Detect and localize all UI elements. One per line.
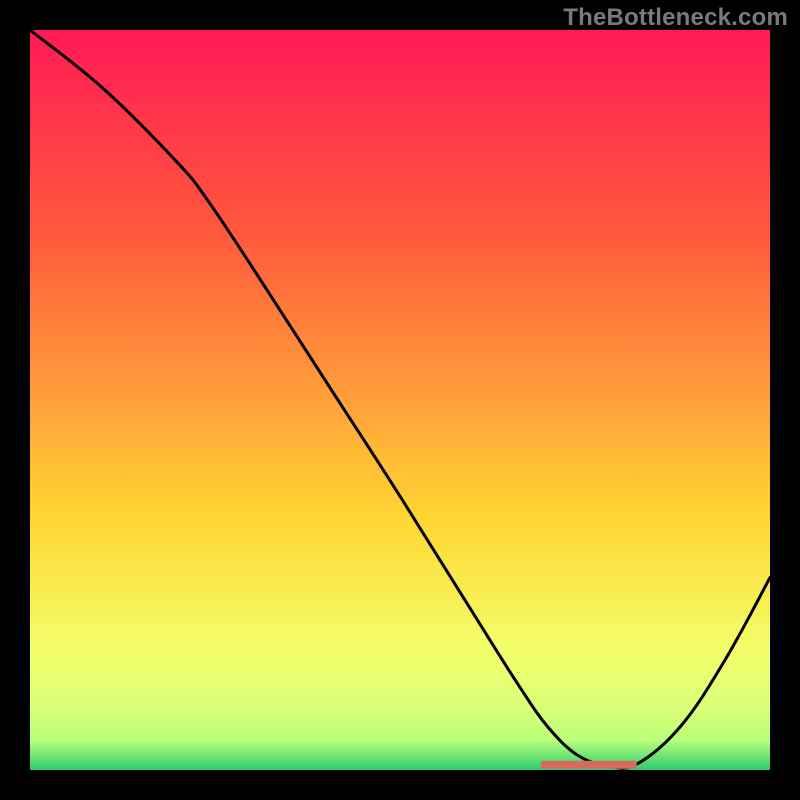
plot-area [30, 30, 770, 770]
chart-stage: TheBottleneck.com [0, 0, 800, 800]
watermark-text: TheBottleneck.com [563, 4, 788, 32]
optimal-marker [541, 761, 637, 769]
chart-svg [30, 30, 770, 770]
gradient-background [30, 30, 770, 770]
